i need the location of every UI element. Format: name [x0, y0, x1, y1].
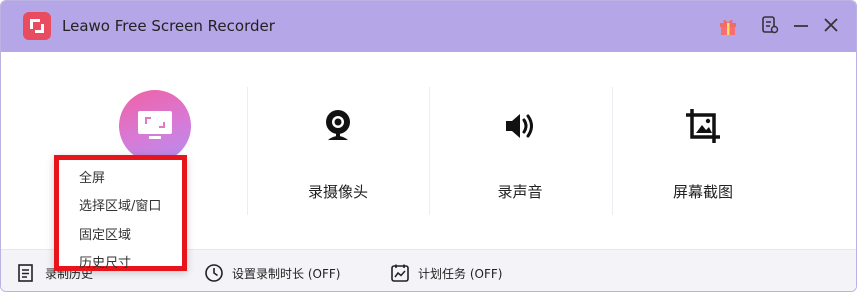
menu-item-fullscreen[interactable]: 全屏	[79, 167, 105, 186]
scheduled-task-label: 计划任务 (OFF)	[418, 267, 503, 281]
calendar-chart-icon	[391, 264, 409, 282]
mode-record-webcam[interactable]: 录摄像头	[268, 90, 408, 220]
divider	[429, 87, 430, 215]
screen-mode-dropdown: 全屏 选择区域/窗口 固定区域 历史尺寸	[54, 155, 187, 271]
mode-label: 录摄像头	[307, 183, 368, 201]
title-bar[interactable]: Leawo Free Screen Recorder	[1, 1, 856, 52]
mode-label: 录声音	[497, 183, 543, 201]
menu-item-fixed-region[interactable]: 固定区域	[79, 224, 131, 243]
gift-icon[interactable]	[717, 15, 739, 37]
mode-screenshot[interactable]: 屏幕截图	[633, 90, 773, 220]
divider	[247, 87, 248, 215]
mode-label: 屏幕截图	[672, 183, 733, 201]
close-icon[interactable]	[821, 15, 843, 37]
mode-record-audio[interactable]: 录声音	[450, 90, 590, 220]
monitor-icon[interactable]	[119, 90, 191, 162]
crop-image-icon[interactable]	[667, 90, 739, 162]
clock-icon	[205, 264, 223, 282]
menu-item-select-region[interactable]: 选择区域/窗口	[79, 195, 161, 214]
set-duration-label: 设置录制时长 (OFF)	[232, 267, 341, 281]
divider	[612, 87, 613, 215]
menu-item-history-size[interactable]: 历史尺寸	[79, 252, 131, 271]
document-icon	[18, 264, 33, 282]
feedback-icon[interactable]	[760, 15, 782, 37]
webcam-icon[interactable]	[302, 90, 374, 162]
app-window: Leawo Free Screen Recorder 录摄像头 录声音 屏幕截图…	[0, 0, 857, 292]
app-logo	[23, 12, 51, 40]
app-title: Leawo Free Screen Recorder	[62, 17, 275, 35]
speaker-icon[interactable]	[484, 90, 556, 162]
minimize-icon[interactable]	[791, 15, 813, 37]
